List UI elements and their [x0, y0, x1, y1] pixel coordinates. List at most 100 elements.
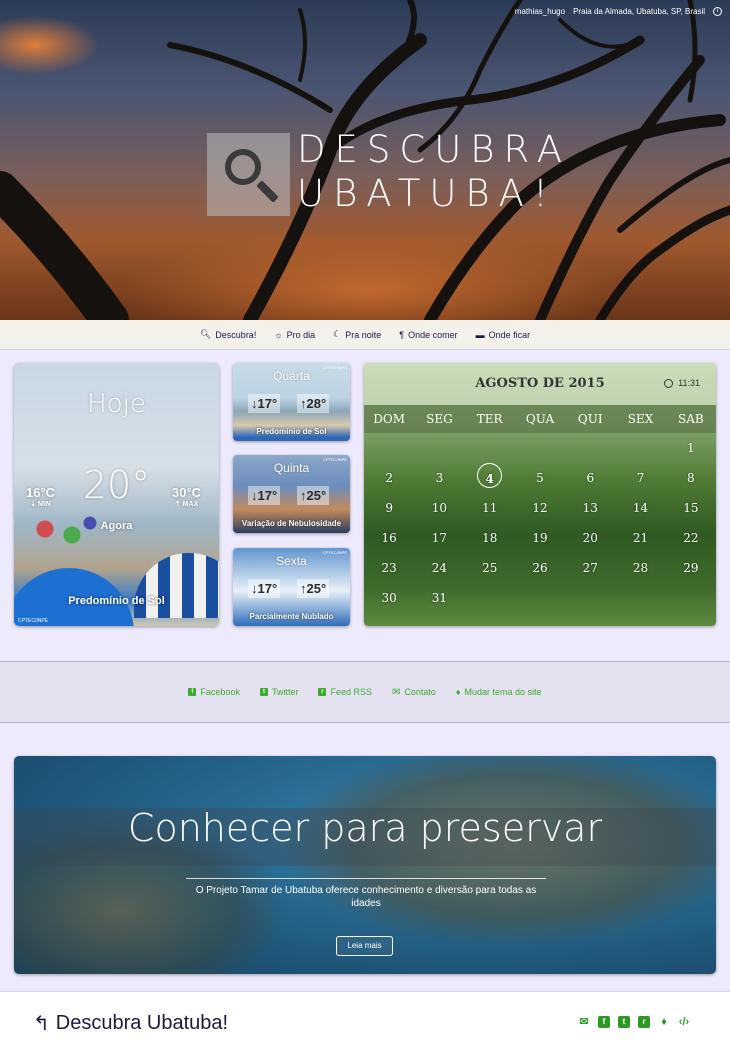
calendar-day[interactable]: 18: [465, 523, 515, 553]
facebook-link-label: Facebook: [200, 687, 240, 697]
search-icon: 🔍︎: [199, 329, 212, 339]
nav-item-pra-noite[interactable]: ☾ Pra noite: [333, 329, 381, 340]
forecast-low: ↓17°: [248, 394, 281, 413]
nav-item-label: Onde comer: [408, 329, 458, 340]
banner-heading: Conhecer para preservar: [127, 806, 603, 850]
change-theme-link[interactable]: ♦ Mudar tema do site: [456, 687, 542, 697]
calendar-day[interactable]: 28: [615, 553, 665, 583]
rss-icon: r: [318, 688, 327, 696]
weather-source[interactable]: CPTEC/INPE: [18, 618, 48, 624]
calendar-day[interactable]: 4: [465, 463, 515, 493]
weather-min-label: MIN: [38, 501, 51, 508]
calendar-day[interactable]: 13: [565, 493, 615, 523]
nav-item-pro-dia[interactable]: ☼ Pro dia: [274, 330, 315, 340]
calendar-day[interactable]: 27: [565, 553, 615, 583]
calendar-day[interactable]: 29: [666, 553, 716, 583]
photo-credit: mathias_hugo Praia da Almada, Ubatuba, S…: [515, 7, 722, 16]
site-title-line2: UBATUBA!: [297, 172, 557, 215]
clock-icon: [664, 378, 674, 388]
envelope-icon: ✉: [392, 686, 401, 698]
calendar-empty-cell: [414, 433, 464, 463]
calendar-day[interactable]: 30: [364, 583, 414, 613]
calendar-empty-cell: [515, 583, 565, 613]
calendar-time: 11:31: [678, 378, 700, 388]
calendar-widget: AGOSTO DE 2015 11:31 DOM SEG TER QUA QUI…: [364, 363, 716, 626]
nav-item-onde-ficar[interactable]: ▬ Onde ficar: [476, 330, 531, 340]
calendar-day[interactable]: 10: [414, 493, 464, 523]
site-logo[interactable]: [207, 133, 290, 216]
calendar-week-row: 2345678: [364, 463, 716, 493]
calendar-day[interactable]: 7: [615, 463, 665, 493]
calendar-empty-cell: [565, 433, 615, 463]
social-links-bar: f Facebook t Twitter r Feed RSS ✉ Contato ♦ M…: [0, 661, 730, 723]
twitter-icon[interactable]: t: [618, 1016, 630, 1028]
calendar-empty-cell: [364, 433, 414, 463]
calendar-day[interactable]: 19: [515, 523, 565, 553]
magnifier-icon: [225, 149, 261, 185]
weather-condition: Predomínio de Sol: [68, 595, 165, 607]
featured-banner: Conhecer para preservar O Projeto Tamar …: [14, 756, 716, 974]
calendar-weekday: TER: [476, 412, 503, 426]
lightbulb-icon[interactable]: ♦: [658, 1016, 670, 1028]
site-title-line1: DESCUBRA: [297, 128, 572, 171]
calendar-week-row: 1: [364, 433, 716, 463]
main-nav: 🔍︎ Descubra! ☼ Pro dia ☾ Pra noite ¶ Ond…: [0, 320, 730, 350]
calendar-day[interactable]: 5: [515, 463, 565, 493]
calendar-day[interactable]: 6: [565, 463, 615, 493]
calendar-day[interactable]: 14: [615, 493, 665, 523]
facebook-icon: f: [188, 688, 197, 696]
calendar-day[interactable]: 1: [666, 433, 716, 463]
forecast-day: Quinta: [273, 461, 310, 475]
calendar-day[interactable]: 26: [515, 553, 565, 583]
nav-item-onde-comer[interactable]: ¶ Onde comer: [399, 330, 457, 340]
calendar-empty-cell: [465, 583, 515, 613]
twitter-link[interactable]: t Twitter: [259, 687, 298, 697]
calendar-day[interactable]: 9: [364, 493, 414, 523]
calendar-grid: 1 2 3 4 5 6 7 8 9 10 11 12 13 14 15 16 17 18 19 20 21 22 23 24 2…: [364, 433, 716, 613]
facebook-icon[interactable]: f: [598, 1016, 610, 1028]
forecast-high: ↑25°: [297, 486, 330, 505]
calendar-day[interactable]: 2: [364, 463, 414, 493]
calendar-day[interactable]: 20: [565, 523, 615, 553]
nav-item-label: Onde ficar: [488, 329, 531, 340]
forecast-desc: Predomínio de Sol: [256, 427, 327, 436]
contact-link[interactable]: ✉ Contato: [392, 687, 436, 698]
code-icon[interactable]: ‹/›: [678, 1016, 690, 1028]
nav-item-descubra[interactable]: 🔍︎ Descubra!: [200, 329, 256, 340]
calendar-day[interactable]: 8: [666, 463, 716, 493]
calendar-day[interactable]: 24: [414, 553, 464, 583]
facebook-link[interactable]: f Facebook: [188, 687, 240, 697]
magnifier-handle: [256, 180, 279, 203]
moon-icon: ☾: [333, 329, 342, 339]
nav-item-label: Pro dia: [286, 329, 316, 340]
calendar-day[interactable]: 23: [364, 553, 414, 583]
calendar-day[interactable]: 16: [364, 523, 414, 553]
envelope-icon[interactable]: ✉: [578, 1016, 590, 1028]
calendar-week-row: 9 10 11 12 13 14 15: [364, 493, 716, 523]
calendar-day[interactable]: 31: [414, 583, 464, 613]
calendar-weekday: SEX: [627, 412, 654, 426]
footer-home-link[interactable]: ↰ Descubra Ubatuba!: [33, 1011, 228, 1036]
rss-icon[interactable]: r: [638, 1016, 650, 1028]
calendar-empty-cell: [515, 433, 565, 463]
calendar-day[interactable]: 11: [465, 493, 515, 523]
lightbulb-icon: ♦: [455, 687, 461, 697]
calendar-clock: 11:31: [664, 378, 700, 388]
contact-link-label: Contato: [404, 687, 436, 697]
rss-link[interactable]: r Feed RSS: [318, 687, 372, 697]
calendar-weekday: SAB: [677, 412, 704, 426]
photo-credit-user[interactable]: mathias_hugo: [515, 7, 565, 16]
calendar-day[interactable]: 25: [465, 553, 515, 583]
forecast-card: CPTEC/INPE Quinta ↓17° ↑25° Variação de …: [233, 455, 350, 533]
calendar-day[interactable]: 21: [615, 523, 665, 553]
read-more-button[interactable]: Leia mais: [336, 936, 393, 956]
info-icon[interactable]: i: [713, 7, 722, 16]
banner-divider: [186, 878, 546, 879]
calendar-day[interactable]: 17: [414, 523, 464, 553]
calendar-day[interactable]: 3: [414, 463, 464, 493]
calendar-empty-cell: [465, 433, 515, 463]
calendar-day[interactable]: 12: [515, 493, 565, 523]
calendar-day[interactable]: 22: [666, 523, 716, 553]
calendar-day[interactable]: 15: [666, 493, 716, 523]
forecast-desc: Parcialmente Nublado: [249, 612, 334, 621]
